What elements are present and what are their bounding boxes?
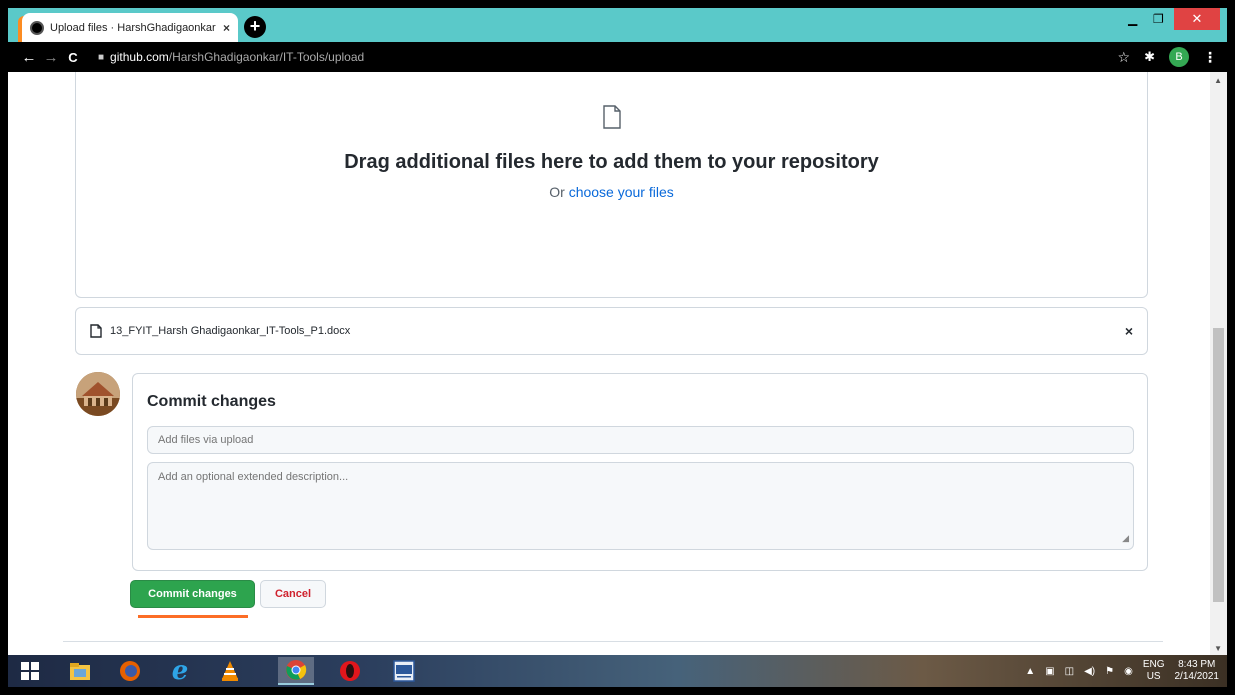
file-name: 13_FYIT_Harsh Ghadigaonkar_IT-Tools_P1.d… (110, 325, 351, 337)
url-host[interactable]: github.com (110, 50, 169, 64)
taskbar-internet-explorer[interactable]: e (162, 656, 198, 686)
lock-icon[interactable]: ■ (98, 52, 104, 63)
choose-files-link[interactable]: choose your files (569, 184, 674, 200)
page-content: Drag additional files here to add them t… (8, 72, 1227, 655)
word-icon (393, 660, 415, 682)
star-icon[interactable]: ☆ (1118, 49, 1131, 66)
taskbar-firefox[interactable] (112, 657, 148, 685)
scroll-down-icon[interactable]: ▼ (1214, 644, 1222, 653)
profile-avatar[interactable]: B (1169, 47, 1189, 67)
taskbar-file-explorer[interactable] (62, 657, 98, 685)
tab-close-icon[interactable]: × (223, 21, 230, 35)
language-indicator[interactable]: ENG US (1143, 659, 1165, 683)
puzzle-icon[interactable]: ✱ (1144, 49, 1155, 65)
lang-bottom: US (1146, 671, 1161, 682)
taskbar-opera[interactable] (332, 657, 368, 685)
avatar-image (76, 372, 120, 416)
dropzone-subtitle: Or choose your files (76, 184, 1147, 200)
file-icon (603, 105, 621, 129)
remove-file-icon[interactable]: × (1125, 323, 1133, 339)
clock-date: 2/14/2021 (1174, 671, 1220, 682)
maximize-icon[interactable]: ❐ (1153, 12, 1164, 26)
commit-title: Commit changes (147, 393, 276, 410)
scroll-thumb[interactable] (1213, 328, 1224, 602)
start-button[interactable] (12, 657, 48, 685)
user-avatar (76, 372, 120, 416)
system-tray: ▲ ▣ ◫ ◀) ⚑ ◉ ENG US 8:43 PM 2/14/2021 (1025, 655, 1219, 687)
commit-changes-button[interactable]: Commit changes (130, 580, 255, 608)
browser-tab[interactable]: Upload files · HarshGhadigaonkar × (22, 13, 238, 42)
kebab-menu-icon[interactable]: ⋮ (1203, 49, 1217, 66)
url-path[interactable]: /HarshGhadigaonkar/IT-Tools/upload (169, 50, 364, 64)
resize-grip-icon[interactable]: ◢ (1122, 533, 1129, 544)
reload-icon[interactable]: C (62, 50, 84, 65)
window-close-icon[interactable]: ✕ (1174, 8, 1220, 30)
tray-sync-icon[interactable]: ◉ (1124, 666, 1133, 677)
new-tab-button[interactable]: + (244, 16, 266, 38)
lang-top: ENG (1142, 659, 1165, 670)
tray-network-icon[interactable]: ◫ (1065, 666, 1074, 677)
cancel-button[interactable]: Cancel (260, 580, 326, 608)
firefox-icon (120, 661, 140, 681)
uploaded-file-row: 13_FYIT_Harsh Ghadigaonkar_IT-Tools_P1.d… (75, 307, 1148, 355)
commit-summary-input[interactable] (147, 426, 1134, 454)
commit-description-input[interactable] (147, 462, 1134, 550)
folder-icon (70, 663, 90, 680)
page-scrollbar[interactable]: ▲ ▼ (1210, 72, 1227, 655)
browser-toolbar: ← → C ■ github.com/HarshGhadigaonkar/IT-… (8, 42, 1227, 72)
dropzone-sub-prefix: Or (549, 184, 569, 200)
windows-logo-icon (21, 662, 39, 680)
screenshot-frame: Upload files · HarshGhadigaonkar × + ▁ ❐… (0, 0, 1235, 695)
forward-arrow-icon[interactable]: → (40, 49, 62, 66)
clock-time: 8:43 PM (1178, 659, 1216, 670)
divider (63, 641, 1163, 642)
minimize-icon[interactable]: ▁ (1128, 12, 1137, 26)
vlc-icon (222, 661, 238, 681)
tab-title: Upload files · HarshGhadigaonkar (50, 21, 216, 34)
chrome-icon (286, 660, 307, 680)
toolbar-right-group: ☆ ✱ B ⋮ (1118, 42, 1217, 72)
highlight-underline (138, 615, 248, 618)
screen: Upload files · HarshGhadigaonkar × + ▁ ❐… (8, 8, 1227, 687)
clock[interactable]: 8:43 PM 2/14/2021 (1175, 659, 1220, 683)
ie-icon: e (171, 656, 189, 686)
windows-taskbar: e ▲ ▣ ◫ ◀) ⚑ ◉ ENG US 8:43 PM 2/14/2021 (8, 655, 1227, 687)
github-favicon-icon (30, 20, 44, 35)
scroll-up-icon[interactable]: ▲ (1214, 76, 1222, 85)
taskbar-vlc[interactable] (212, 657, 248, 685)
file-icon (90, 324, 102, 338)
tray-keyboard-icon[interactable]: ▣ (1045, 666, 1054, 677)
browser-titlebar: Upload files · HarshGhadigaonkar × + ▁ ❐… (8, 8, 1227, 42)
dropzone-title: Drag additional files here to add them t… (344, 151, 879, 173)
tray-volume-icon[interactable]: ◀) (1084, 666, 1095, 677)
file-dropzone[interactable]: Drag additional files here to add them t… (75, 72, 1148, 298)
opera-icon (340, 661, 360, 681)
taskbar-word[interactable] (386, 657, 422, 685)
commit-form: Commit changes ◢ (132, 373, 1148, 571)
back-arrow-icon[interactable]: ← (18, 49, 40, 66)
tray-expand-icon[interactable]: ▲ (1025, 666, 1035, 677)
taskbar-chrome[interactable] (278, 657, 314, 685)
tray-flag-icon[interactable]: ⚑ (1105, 666, 1114, 677)
